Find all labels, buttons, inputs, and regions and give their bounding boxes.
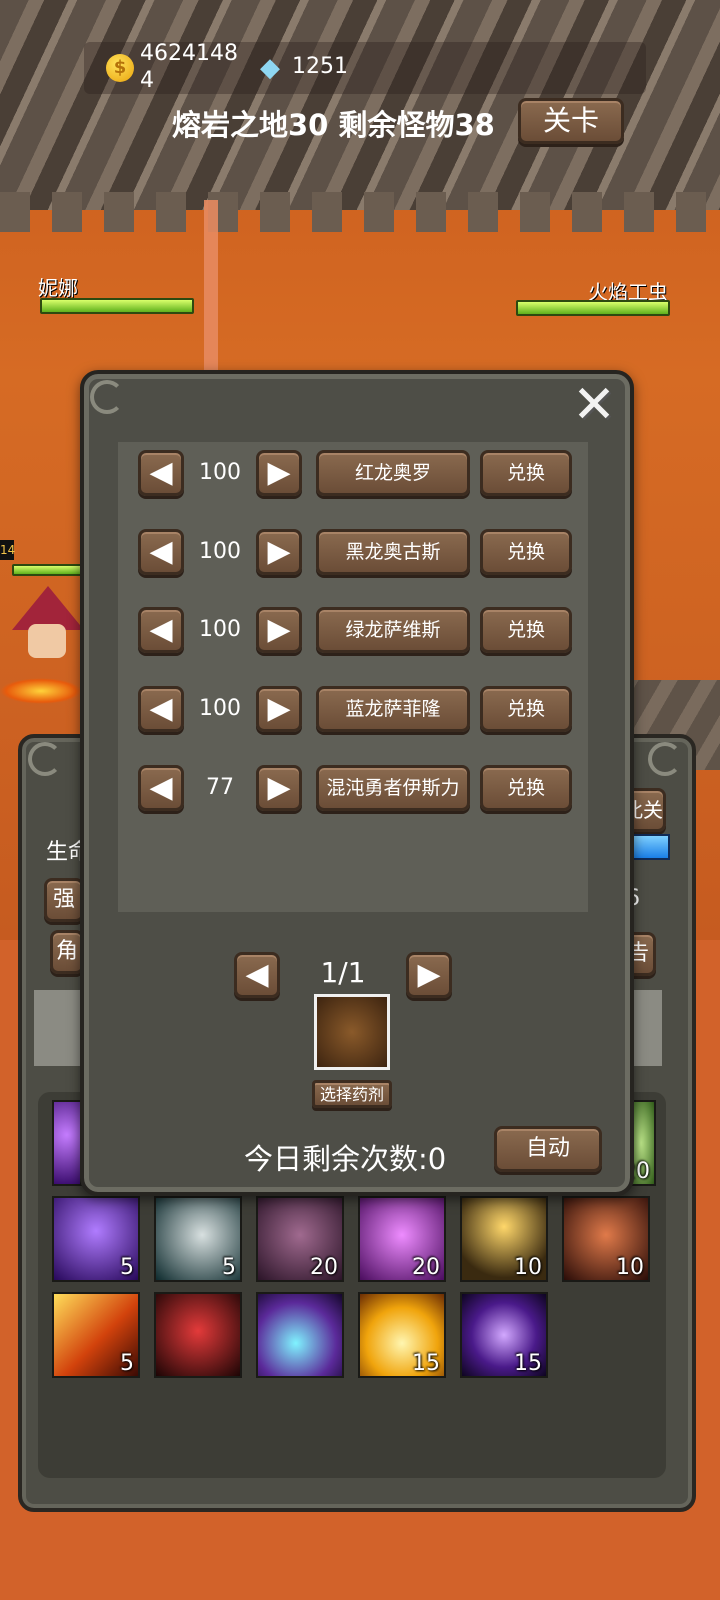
increase-arrow-icon[interactable]: ▶ — [256, 529, 302, 575]
row-quantity: 100 — [199, 460, 241, 485]
hero-face — [28, 624, 66, 658]
close-icon[interactable]: ✕ — [570, 379, 618, 431]
flame-sword-icon[interactable]: 5 — [52, 1292, 140, 1378]
exchange-button[interactable]: 兑换 — [480, 607, 572, 653]
stage-title: 熔岩之地30 剩余怪物38 — [172, 108, 495, 142]
remaining-count: 今日剩余次数:0 — [244, 1142, 447, 1176]
enhance-button[interactable]: 强 — [44, 878, 84, 922]
prev-page-arrow-icon[interactable]: ◀ — [234, 952, 280, 998]
decrease-arrow-icon[interactable]: ◀ — [138, 607, 184, 653]
exchange-button[interactable]: 兑换 — [480, 686, 572, 732]
gem-amount: 1251 — [292, 54, 348, 79]
gold-amount: 46241484 — [140, 41, 238, 93]
decrease-arrow-icon[interactable]: ◀ — [138, 529, 184, 575]
increase-arrow-icon[interactable]: ▶ — [256, 765, 302, 811]
potion-slot[interactable] — [314, 994, 390, 1070]
stage-button[interactable]: 关卡 — [518, 98, 624, 144]
item-name-button[interactable]: 黑龙奥古斯 — [316, 529, 470, 575]
auto-button[interactable]: 自动 — [494, 1126, 602, 1172]
hero-hp-bar — [12, 564, 86, 576]
decrease-arrow-icon[interactable]: ◀ — [138, 765, 184, 811]
increase-arrow-icon[interactable]: ▶ — [256, 450, 302, 496]
increase-arrow-icon[interactable]: ▶ — [256, 607, 302, 653]
decrease-arrow-icon[interactable]: ◀ — [138, 686, 184, 732]
light-beam — [204, 200, 218, 380]
row-quantity: 100 — [199, 696, 241, 721]
swirl-ornament — [28, 742, 62, 776]
item-name-button[interactable]: 混沌勇者伊斯力 — [316, 765, 470, 811]
rage-mask-icon[interactable]: 10 — [562, 1196, 650, 1282]
golden-crown-icon[interactable]: 10 — [460, 1196, 548, 1282]
item-name-button[interactable]: 红龙奥罗 — [316, 450, 470, 496]
exchange-row: ◀ 100 ▶ 红龙奥罗 兑换 — [138, 450, 574, 498]
exchange-row: ◀ 77 ▶ 混沌勇者伊斯力 兑换 — [138, 765, 574, 813]
ice-claw-icon[interactable] — [256, 1292, 344, 1378]
exchange-row: ◀ 100 ▶ 蓝龙萨菲隆 兑换 — [138, 686, 574, 734]
exchange-row: ◀ 100 ▶ 绿龙萨维斯 兑换 — [138, 607, 574, 655]
player-hp-bar — [40, 298, 194, 314]
exchange-button[interactable]: 兑换 — [480, 529, 572, 575]
diamond-icon: ◆ — [260, 53, 280, 83]
purple-shadow-icon[interactable]: 5 — [52, 1196, 140, 1282]
gold-coin-icon: $ — [106, 54, 134, 82]
exchange-button[interactable]: 兑换 — [480, 765, 572, 811]
fire-aura — [0, 678, 82, 704]
item-name-button[interactable]: 蓝龙萨菲隆 — [316, 686, 470, 732]
page-indicator: 1/1 — [320, 956, 366, 989]
swirl-ornament — [648, 742, 682, 776]
exchange-list — [118, 442, 588, 912]
row-quantity: 77 — [206, 775, 234, 800]
role-button[interactable]: 角 — [50, 930, 84, 974]
silver-beast-icon[interactable]: 5 — [154, 1196, 242, 1282]
select-potion-button[interactable]: 选择药剂 — [312, 1080, 392, 1108]
info-slab — [34, 990, 80, 1066]
blood-demon-icon[interactable] — [154, 1292, 242, 1378]
player-name: 妮娜 — [38, 276, 78, 300]
exchange-row: ◀ 100 ▶ 黑龙奥古斯 兑换 — [138, 529, 574, 577]
dark-dragon-icon[interactable]: 20 — [256, 1196, 344, 1282]
next-page-arrow-icon[interactable]: ▶ — [406, 952, 452, 998]
increase-arrow-icon[interactable]: ▶ — [256, 686, 302, 732]
violet-flame-icon[interactable]: 15 — [460, 1292, 548, 1378]
decrease-arrow-icon[interactable]: ◀ — [138, 450, 184, 496]
purple-slash-icon[interactable] — [52, 1100, 82, 1186]
row-quantity: 100 — [199, 617, 241, 642]
item-name-button[interactable]: 绿龙萨维斯 — [316, 607, 470, 653]
golden-wings-icon[interactable]: 15 — [358, 1292, 446, 1378]
level-tag: 14 — [0, 540, 15, 560]
exchange-button[interactable]: 兑换 — [480, 450, 572, 496]
row-quantity: 100 — [199, 539, 241, 564]
swirl-ornament — [90, 380, 124, 414]
purple-dragon-icon[interactable]: 20 — [358, 1196, 446, 1282]
enemy-hp-bar — [516, 300, 670, 316]
